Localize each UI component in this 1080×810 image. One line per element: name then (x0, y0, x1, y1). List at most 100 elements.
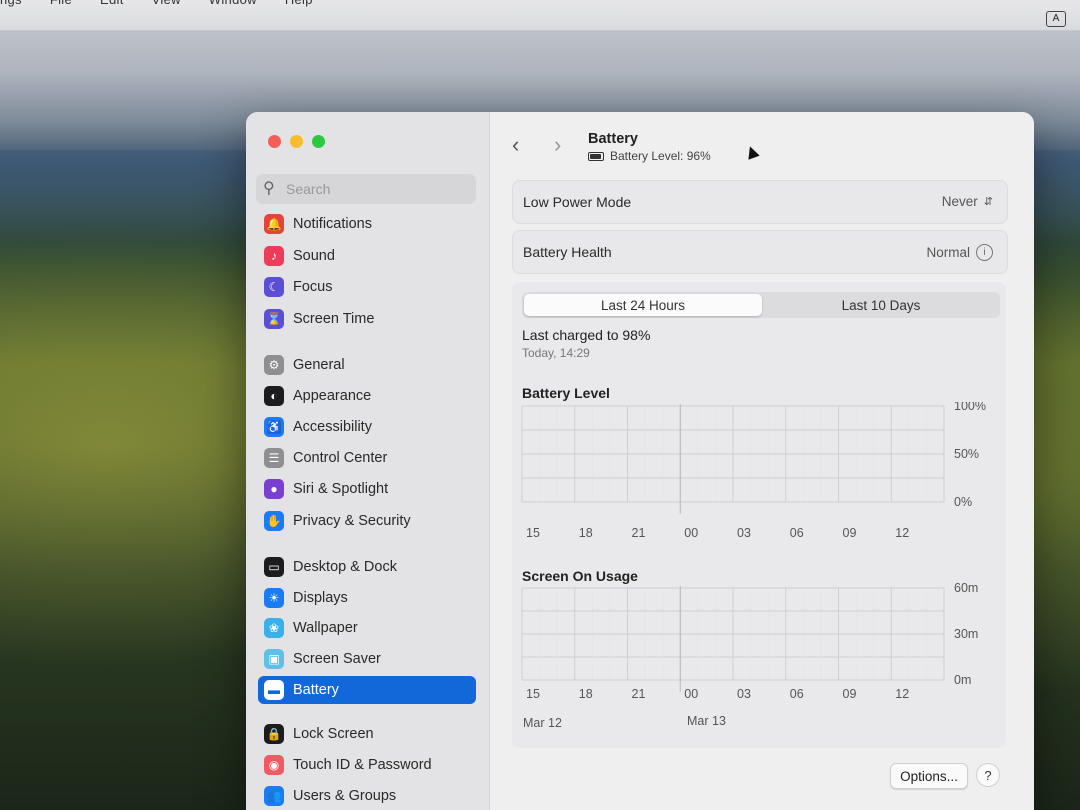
x-tick-label: 00 (684, 687, 698, 701)
sidebar-item-label: Lock Screen (293, 726, 374, 742)
options-button[interactable]: Options... (890, 763, 968, 789)
info-icon[interactable]: i (976, 244, 993, 261)
sidebar-item-accessibility[interactable]: ♿ Accessibility (258, 413, 476, 441)
sidebar-item-users-groups[interactable]: 👥 Users & Groups (258, 782, 476, 810)
sidebar-item-general[interactable]: ⚙ General (258, 351, 476, 379)
gear-icon: ⚙ (264, 355, 284, 375)
x-tick-label: 06 (790, 687, 804, 701)
sidebar-item-label: Siri & Spotlight (293, 481, 389, 497)
sidebar-item-screen-time[interactable]: ⌛ Screen Time (258, 305, 476, 333)
sidebar-item-desktop-dock[interactable]: ▭ Desktop & Dock (258, 553, 476, 581)
users-icon: 👥 (264, 786, 284, 806)
sidebar-item-label: General (293, 357, 345, 373)
sidebar-item-notifications[interactable]: 🔔 Notifications (258, 210, 476, 238)
battery-level-chart-title: Battery Level (522, 385, 610, 401)
zoom-button[interactable] (312, 135, 325, 148)
search-icon: ⚲ (263, 180, 275, 197)
low-power-mode-row: Low Power Mode Never ⇵ (512, 180, 1008, 224)
close-button[interactable] (268, 135, 281, 148)
y-tick-label: 0% (954, 495, 972, 509)
battery-health-value-group: Normal i (926, 244, 993, 261)
menu-item[interactable]: Edit (100, 0, 124, 7)
up-down-chevron-icon: ⇵ (983, 196, 993, 208)
x-tick-label: 03 (737, 687, 751, 701)
sidebar-item-siri-spotlight[interactable]: ● Siri & Spotlight (258, 475, 476, 503)
sidebar-item-wallpaper[interactable]: ❀ Wallpaper (258, 614, 476, 642)
minimize-button[interactable] (290, 135, 303, 148)
sidebar-item-label: Wallpaper (293, 620, 358, 636)
sidebar-item-label: Screen Saver (293, 651, 381, 667)
y-tick-label: 50% (954, 447, 979, 461)
menu-bar: ngs File Edit View Window Help A (0, 0, 1080, 31)
sidebar: ⚲ Search 🔔 Notifications ♪ Sound ☾ Focus ⌛ Scre… (246, 112, 490, 810)
date-label-mar-13: Mar 13 (687, 714, 726, 728)
x-tick-label: 12 (895, 526, 909, 540)
last-charged-text: Last charged to 98% (522, 327, 651, 343)
menu-item[interactable]: Window (209, 0, 257, 7)
input-source-indicator[interactable]: A (1046, 11, 1066, 27)
sidebar-item-privacy-security[interactable]: ✋ Privacy & Security (258, 507, 476, 535)
sidebar-item-lock-screen[interactable]: 🔒 Lock Screen (258, 720, 476, 748)
battery-pane: ‹ › Battery Battery Level: 96% Low Power… (490, 112, 1034, 810)
y-tick-label: 30m (954, 627, 978, 641)
x-tick-label: 03 (737, 526, 751, 540)
sidebar-item-control-center[interactable]: ☰ Control Center (258, 444, 476, 472)
sidebar-item-appearance[interactable]: ◐ Appearance (258, 382, 476, 410)
y-tick-label: 100% (954, 402, 986, 413)
flower-icon: ❀ (264, 618, 284, 638)
window-controls (268, 135, 325, 148)
x-tick-label: 06 (790, 526, 804, 540)
help-button[interactable]: ? (976, 763, 1000, 787)
back-button[interactable]: ‹ (512, 132, 519, 158)
tab-last-10-days[interactable]: Last 10 Days (762, 294, 1000, 316)
battery-health-label: Battery Health (523, 244, 612, 260)
system-settings-window: ⚲ Search 🔔 Notifications ♪ Sound ☾ Focus ⌛ Scre… (246, 112, 1034, 810)
time-range-segmented-control: Last 24 Hours Last 10 Days (522, 292, 1000, 318)
sidebar-item-label: Sound (293, 248, 335, 264)
date-label-mar-12: Mar 12 (523, 716, 562, 730)
sidebar-item-label: Notifications (293, 216, 372, 232)
search-field[interactable]: ⚲ Search (256, 174, 476, 204)
sidebar-item-touch-id-password[interactable]: ◉ Touch ID & Password (258, 751, 476, 779)
moon-icon: ☾ (264, 277, 284, 297)
menu-item[interactable]: ngs (0, 0, 22, 7)
battery-level-chart: 15 18 21 00 03 06 09 12 100% 50% 0% (521, 402, 986, 540)
sidebar-item-battery[interactable]: ▬ Battery (258, 676, 476, 704)
forward-button[interactable]: › (554, 132, 561, 158)
sidebar-item-focus[interactable]: ☾ Focus (258, 273, 476, 301)
x-tick-label: 09 (843, 526, 857, 540)
battery-health-value: Normal (926, 245, 970, 260)
lock-icon: 🔒 (264, 724, 284, 744)
battery-level-text: Battery Level: 96% (610, 149, 711, 163)
menu-item[interactable]: View (152, 0, 181, 7)
sidebar-item-sound[interactable]: ♪ Sound (258, 242, 476, 270)
battery-icon: ▬ (264, 680, 284, 700)
fingerprint-icon: ◉ (264, 755, 284, 775)
x-tick-label: 12 (895, 687, 909, 701)
battery-icon (588, 151, 604, 161)
battery-level-subtitle: Battery Level: 96% (588, 149, 711, 163)
sun-icon: ☀ (264, 588, 284, 608)
bell-icon: 🔔 (264, 214, 284, 234)
siri-icon: ● (264, 479, 284, 499)
x-tick-label: 15 (526, 687, 540, 701)
sidebar-item-label: Accessibility (293, 419, 372, 435)
sidebar-item-label: Screen Time (293, 311, 375, 327)
menu-item[interactable]: Help (285, 0, 313, 7)
search-placeholder: Search (286, 181, 331, 197)
screen-on-usage-chart: 15 18 21 00 03 06 09 12 60m 30m 0m (521, 582, 978, 701)
screensaver-icon: ▣ (264, 649, 284, 669)
sidebar-item-displays[interactable]: ☀ Displays (258, 584, 476, 612)
sidebar-item-screen-saver[interactable]: ▣ Screen Saver (258, 645, 476, 673)
sidebar-item-label: Focus (293, 279, 333, 295)
x-tick-label: 18 (579, 687, 593, 701)
usage-history-panel: Last 24 Hours Last 10 Days Last charged … (512, 282, 1006, 748)
last-charged-time: Today, 14:29 (522, 346, 590, 360)
menu-item[interactable]: File (50, 0, 72, 7)
tab-last-24-hours[interactable]: Last 24 Hours (524, 294, 762, 316)
appearance-icon: ◐ (264, 386, 284, 406)
dock-icon: ▭ (264, 557, 284, 577)
low-power-mode-select[interactable]: Never ⇵ (942, 194, 993, 209)
menu-bar-items[interactable]: ngs File Edit View Window Help (0, 0, 341, 7)
sidebar-item-label: Touch ID & Password (293, 757, 432, 773)
